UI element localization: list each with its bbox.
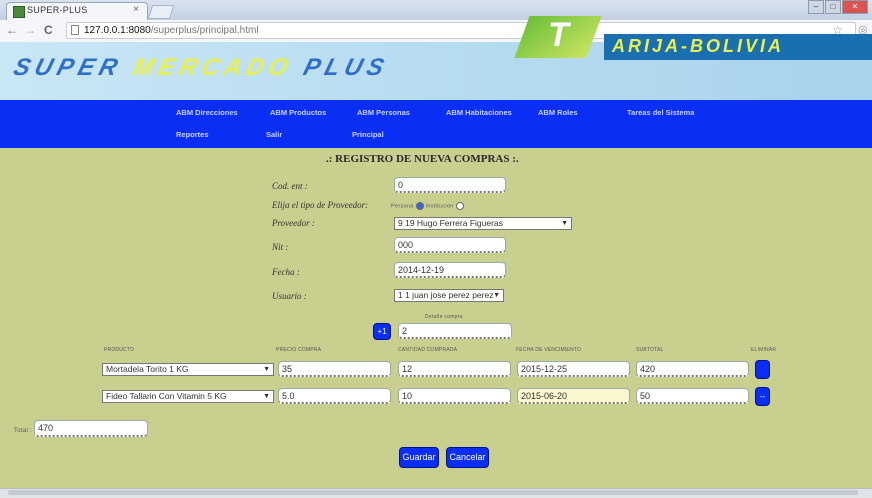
main-navbar <box>0 100 872 148</box>
banner-subtitle: ARIJA-BOLIVIA <box>612 36 785 56</box>
cod-ent-input[interactable]: 0 <box>394 177 506 193</box>
tipo-institucion-text: Institucion <box>425 203 454 210</box>
maximize-button[interactable]: □ <box>825 0 841 14</box>
nit-input[interactable]: 000 <box>394 237 506 253</box>
nav-abm-productos[interactable]: ABM Productos <box>270 108 326 117</box>
fecha-label: Fecha : <box>272 267 300 277</box>
tab-title: SUPER-PLUS <box>27 5 88 15</box>
url-host: 127.0.0.1:8080 <box>84 25 151 36</box>
row1-cantidad-input[interactable]: 12 <box>398 361 511 377</box>
proveedor-selected: 9 19 Hugo Ferrera Figueras <box>398 218 503 228</box>
form-title: .: REGISTRO DE NUEVA COMPRAS :. <box>326 153 519 165</box>
nav-salir[interactable]: Salir <box>266 130 282 139</box>
close-window-button[interactable]: ✕ <box>842 0 868 14</box>
tab-close-icon[interactable]: × <box>133 4 139 15</box>
scrollbar-thumb[interactable] <box>8 490 858 495</box>
url-text: 127.0.0.1:8080/superplus/principal.html <box>84 25 259 36</box>
proveedor-select[interactable]: 9 19 Hugo Ferrera Figueras ▼ <box>394 217 572 230</box>
nit-label: Nit : <box>272 242 289 252</box>
cancel-button[interactable]: Cancelar <box>446 447 489 468</box>
browser-tab-strip: SUPER-PLUS × – □ ✕ <box>0 0 872 20</box>
nav-reportes[interactable]: Reportes <box>176 130 209 139</box>
url-path: /superplus/principal.html <box>150 25 259 36</box>
usuario-label: Usuario : <box>272 291 307 301</box>
tipo-persona-option[interactable]: Persona Institucion <box>391 202 466 210</box>
nav-abm-direcciones[interactable]: ABM Direcciones <box>176 108 238 117</box>
nav-tareas-sistema[interactable]: Tareas del Sistema <box>627 108 694 117</box>
row1-fecha-input[interactable]: 2015-12-25 <box>517 361 630 377</box>
detalle-count-input[interactable]: 2 <box>398 323 512 339</box>
chevron-down-icon: ▼ <box>561 220 568 227</box>
tipo-institucion-radio[interactable] <box>455 202 464 210</box>
col-header-precio: PRECIO COMPRA <box>276 347 322 353</box>
col-header-cantidad: CANTIDAD COMPRADA <box>398 347 458 353</box>
col-header-fecha: FECHA DE VENCIMIENTO <box>516 347 582 353</box>
chevron-down-icon: ▼ <box>263 366 270 373</box>
row2-subtotal-input[interactable]: 50 <box>636 388 749 404</box>
chevron-down-icon: ▼ <box>493 292 500 299</box>
tipo-persona-radio[interactable] <box>415 202 424 210</box>
row2-producto-select[interactable]: Fideo Tallarin Con Vitamin 5 KG ▼ <box>102 390 274 403</box>
detalle-compra-label: Detalle compra <box>425 314 463 320</box>
cod-ent-label: Cod. ent : <box>272 181 308 191</box>
row1-precio-input[interactable]: 35 <box>278 361 391 377</box>
window-controls: – □ ✕ <box>808 0 868 14</box>
back-arrow-icon[interactable]: ← <box>6 23 18 37</box>
banner-logo-letter: T <box>548 16 569 54</box>
row2-producto: Fideo Tallarin Con Vitamin 5 KG <box>106 391 227 401</box>
row2-cantidad-input[interactable]: 10 <box>398 388 511 404</box>
row1-subtotal-input[interactable]: 420 <box>636 361 749 377</box>
reload-icon[interactable]: C <box>44 23 53 37</box>
add-detail-button[interactable]: +1 <box>373 323 391 340</box>
save-button[interactable]: Guardar <box>399 447 439 468</box>
banner-title-mid: MERCADO <box>129 54 297 81</box>
forward-arrow-icon[interactable]: → <box>24 23 36 37</box>
row2-precio-input[interactable]: 5.0 <box>278 388 391 404</box>
banner-title: SUPER MERCADO PLUS <box>10 54 392 82</box>
col-header-producto: PRODUCTO <box>104 347 135 353</box>
chevron-down-icon: ▼ <box>263 393 270 400</box>
nav-principal[interactable]: Principal <box>352 130 384 139</box>
row2-remove-button[interactable]: -- <box>755 387 770 406</box>
nav-abm-personas[interactable]: ABM Personas <box>357 108 410 117</box>
row1-remove-button[interactable] <box>755 360 770 379</box>
nav-abm-roles[interactable]: ABM Roles <box>538 108 578 117</box>
new-tab-button[interactable] <box>147 5 175 19</box>
total-input[interactable]: 470 <box>34 420 148 437</box>
nav-abm-habitaciones[interactable]: ABM Habitaciones <box>446 108 512 117</box>
favicon-icon <box>13 6 25 18</box>
row1-producto: Mortadela Torito 1 KG <box>106 364 189 374</box>
tipo-persona-text: Persona <box>391 203 414 210</box>
col-header-subtotal: SUBTOTAL <box>636 347 664 353</box>
tipo-proveedor-label: Elija el tipo de Proveedor: <box>272 200 369 210</box>
banner-title-left: SUPER <box>10 54 138 81</box>
proveedor-label: Proveedor : <box>272 218 315 228</box>
col-header-eliminar: ELIMINAR <box>751 347 777 353</box>
row2-fecha-input[interactable]: 2015-06-20 <box>517 388 630 404</box>
minimize-button[interactable]: – <box>808 0 824 14</box>
usuario-selected: 1 1 juan jose perez perez <box>398 290 494 300</box>
row1-producto-select[interactable]: Mortadela Torito 1 KG ▼ <box>102 363 274 376</box>
fecha-input[interactable]: 2014-12-19 <box>394 262 506 278</box>
browser-tab[interactable]: SUPER-PLUS × <box>6 2 148 20</box>
total-label: Total : <box>14 428 33 434</box>
usuario-select[interactable]: 1 1 juan jose perez perez ▼ <box>394 289 504 302</box>
page-icon <box>71 25 79 35</box>
banner-title-right: PLUS <box>288 54 392 81</box>
